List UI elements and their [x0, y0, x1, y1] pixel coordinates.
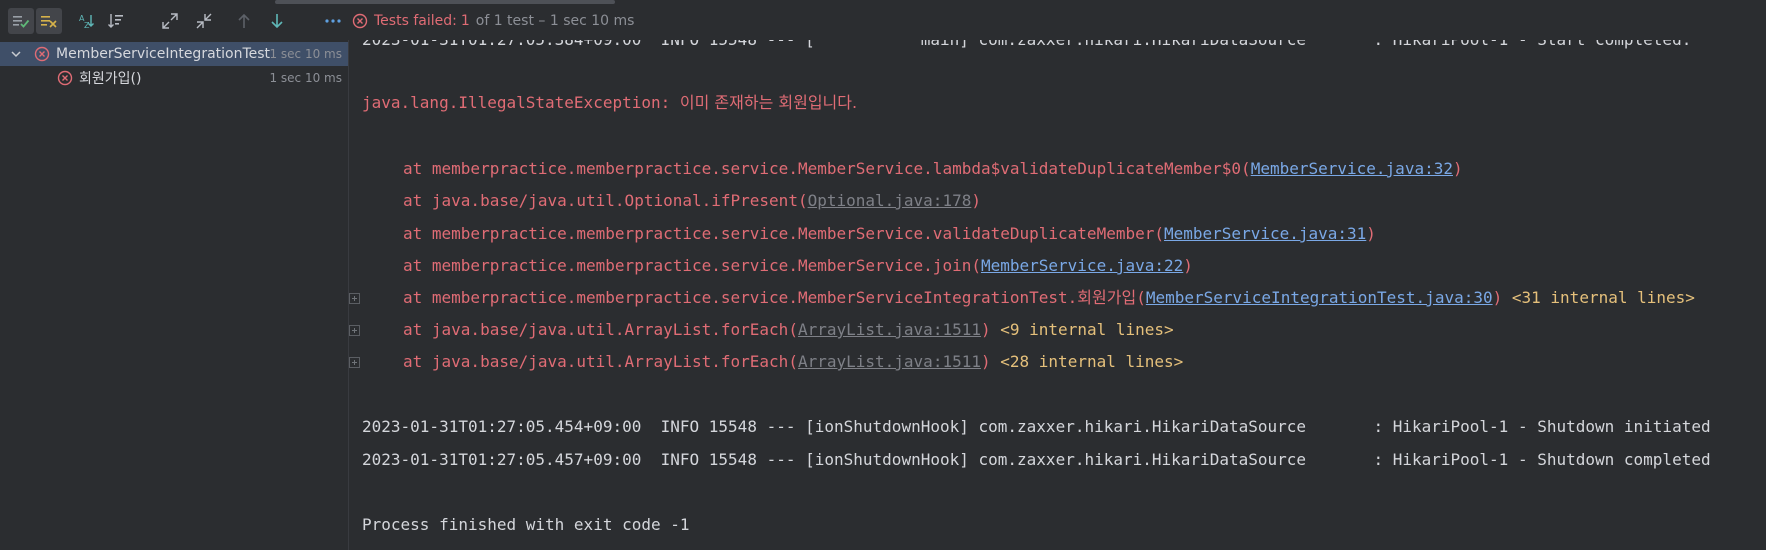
stack-frame: at memberpractice.memberpractice.service… [403, 224, 1376, 243]
fold-expand-icon[interactable] [349, 293, 360, 304]
internal-lines-toggle[interactable]: <31 internal lines> [1502, 288, 1695, 307]
stack-frame: at java.base/java.util.ArrayList.forEach… [403, 352, 1184, 371]
previous-failed-icon [238, 13, 250, 28]
sort-alphabetically-icon: A Z [79, 14, 94, 30]
fold-expand-icon[interactable] [349, 357, 360, 368]
next-failed-icon [271, 14, 283, 29]
show-ignored-icon [41, 16, 57, 28]
horizontal-scrollbar[interactable] [275, 0, 615, 4]
fold-expand-icon[interactable] [349, 325, 360, 336]
source-link[interactable]: Optional.java:178 [808, 191, 972, 210]
show-ignored-button[interactable] [36, 8, 62, 34]
expand-all-button[interactable] [157, 8, 183, 34]
stack-frame: at java.base/java.util.ArrayList.forEach… [403, 320, 1174, 339]
test-status: Tests failed: 1 of 1 test – 1 sec 10 ms [352, 10, 634, 32]
test-tree: MemberServiceIntegrationTest 1 sec 10 ms… [0, 40, 348, 550]
log-line: 2023-01-31T01:27:05.384+09:00 INFO 15548… [362, 40, 1691, 52]
stack-frame: at memberpractice.memberpractice.service… [403, 288, 1695, 307]
failed-icon [352, 13, 368, 29]
source-link[interactable]: MemberService.java:22 [981, 256, 1183, 275]
expand-all-icon [162, 13, 178, 29]
failed-icon [57, 70, 73, 86]
next-failed-button[interactable] [264, 8, 290, 34]
status-summary: of 1 test – 1 sec 10 ms [475, 13, 635, 29]
sort-by-duration-button[interactable] [103, 8, 129, 34]
chevron-down-icon[interactable] [10, 48, 22, 60]
previous-failed-button[interactable] [231, 8, 257, 34]
more-options-button[interactable] [320, 8, 346, 34]
source-link[interactable]: MemberService.java:31 [1164, 224, 1366, 243]
failed-icon [34, 46, 50, 62]
sort-by-duration-icon [108, 14, 123, 28]
stack-frame: at memberpractice.memberpractice.service… [403, 256, 1193, 275]
stack-frame: at java.base/java.util.Optional.ifPresen… [403, 191, 981, 210]
log-line: 2023-01-31T01:27:05.457+09:00 INFO 15548… [362, 450, 1711, 469]
internal-lines-toggle[interactable]: <9 internal lines> [991, 320, 1173, 339]
source-link[interactable]: ArrayList.java:1511 [798, 320, 981, 339]
test-duration: 1 sec 10 ms [269, 47, 342, 61]
exit-line: Process finished with exit code -1 [362, 515, 690, 534]
source-link[interactable]: MemberServiceIntegrationTest.java:30 [1146, 288, 1493, 307]
test-runner-toolbar: A Z Tests failed: 1 of 1 test – 1 sec 10… [0, 0, 1766, 40]
status-label: Tests failed: [374, 13, 457, 29]
show-passed-button[interactable] [8, 8, 34, 34]
exception-line: java.lang.IllegalStateException: 이미 존재하는… [362, 91, 857, 115]
collapse-all-button[interactable] [191, 8, 217, 34]
collapse-all-icon [196, 13, 212, 29]
more-options-icon [325, 19, 341, 23]
exception-message: 이미 존재하는 회원입니다. [679, 93, 858, 112]
test-name: MemberServiceIntegrationTest [56, 46, 271, 62]
test-name: 회원가입() [79, 71, 142, 87]
tree-item-test-class[interactable]: MemberServiceIntegrationTest 1 sec 10 ms [0, 42, 348, 66]
test-duration: 1 sec 10 ms [269, 71, 342, 85]
console-output[interactable]: 2023-01-31T01:27:05.384+09:00 INFO 15548… [349, 40, 1766, 550]
failed-count: 1 [460, 13, 470, 29]
sort-alphabetically-button[interactable]: A Z [73, 8, 99, 34]
internal-lines-toggle[interactable]: <28 internal lines> [991, 352, 1183, 371]
show-passed-icon [13, 16, 30, 28]
source-link[interactable]: ArrayList.java:1511 [798, 352, 981, 371]
svg-text:Z: Z [84, 21, 90, 30]
tree-item-test-method[interactable]: 회원가입() 1 sec 10 ms [0, 66, 348, 90]
source-link[interactable]: MemberService.java:32 [1251, 159, 1453, 178]
log-line: 2023-01-31T01:27:05.454+09:00 INFO 15548… [362, 417, 1711, 436]
exception-class: java.lang.IllegalStateException: [362, 93, 671, 112]
stack-frame: at memberpractice.memberpractice.service… [403, 159, 1463, 178]
